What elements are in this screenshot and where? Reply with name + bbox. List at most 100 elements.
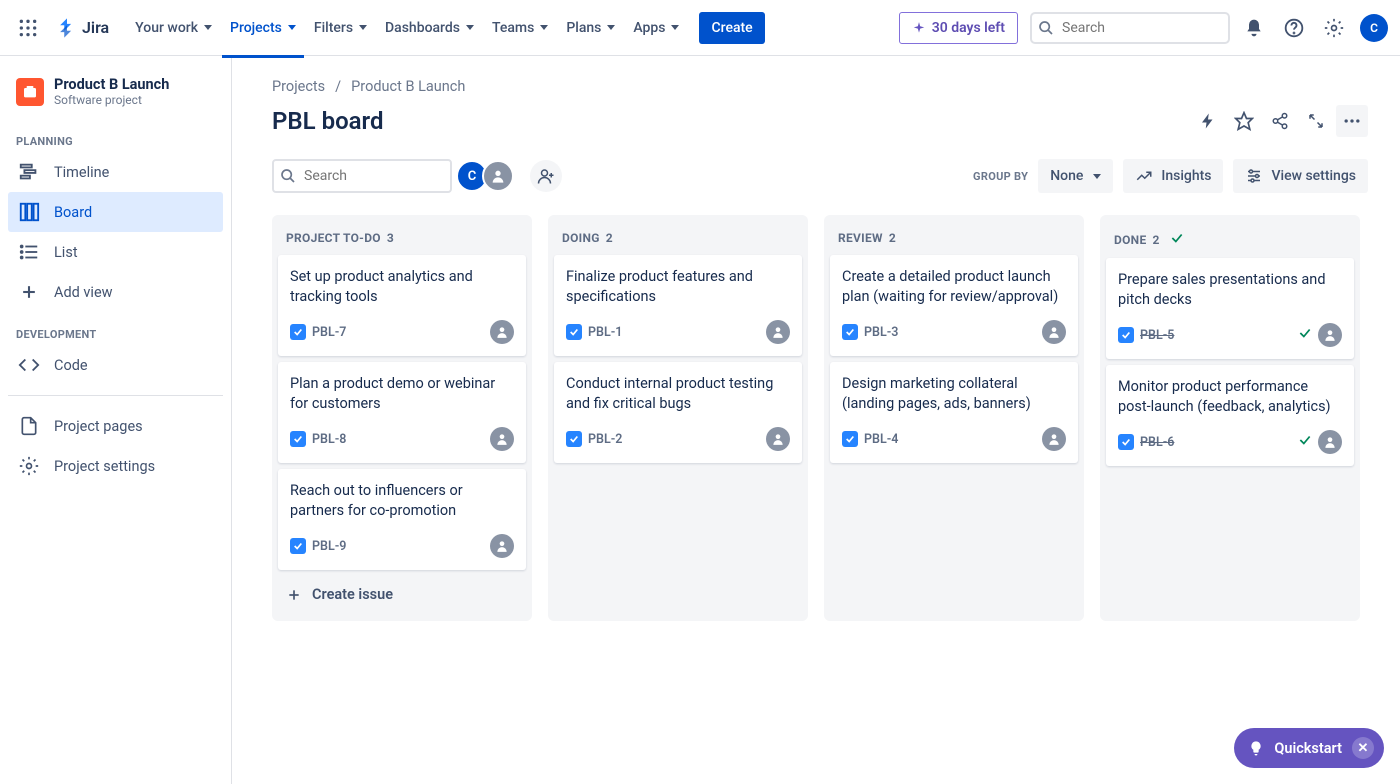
issue-card[interactable]: Set up product analytics and tracking to… — [278, 255, 526, 356]
breadcrumb-root[interactable]: Projects — [272, 78, 325, 95]
task-type-icon — [1118, 434, 1134, 450]
app-switcher-icon[interactable] — [12, 12, 44, 44]
sidebar-item-add-view[interactable]: Add view — [8, 272, 223, 312]
unassigned-avatar[interactable] — [482, 160, 514, 192]
issue-card[interactable]: Prepare sales presentations and pitch de… — [1106, 258, 1354, 359]
sidebar-item-label: Timeline — [54, 164, 109, 181]
assignee-avatar[interactable] — [1042, 427, 1066, 451]
board-search-input[interactable] — [272, 159, 452, 193]
settings-icon[interactable] — [1318, 12, 1350, 44]
nav-item-label: Projects — [230, 20, 282, 36]
create-issue-label: Create issue — [312, 586, 393, 603]
assignee-avatar[interactable] — [490, 534, 514, 558]
sidebar-section-development: DEVELOPMENT — [8, 312, 223, 345]
nav-item-label: Apps — [633, 20, 665, 36]
issue-card[interactable]: Monitor product performance post-launch … — [1106, 365, 1354, 466]
sidebar-item-project-pages[interactable]: Project pages — [8, 406, 223, 446]
column-count: 2 — [889, 231, 896, 245]
assignee-avatar[interactable] — [490, 427, 514, 451]
column-header[interactable]: PROJECT TO-DO3 — [278, 223, 526, 255]
trial-button[interactable]: 30 days left — [899, 12, 1018, 44]
task-type-icon — [290, 324, 306, 340]
column-header[interactable]: DOING 2 — [554, 223, 802, 255]
sidebar-item-board[interactable]: Board — [8, 192, 223, 232]
nav-item-teams[interactable]: Teams — [484, 12, 556, 44]
jira-logo[interactable]: Jira — [48, 12, 117, 44]
star-icon[interactable] — [1228, 105, 1260, 137]
help-icon[interactable] — [1278, 12, 1310, 44]
column-header[interactable]: REVIEW2 — [830, 223, 1078, 255]
card-footer: PBL-7 — [290, 320, 514, 344]
add-people-button[interactable] — [530, 160, 562, 192]
global-search-input[interactable] — [1030, 12, 1230, 44]
column-count: 2 — [606, 231, 613, 245]
search-icon — [1038, 20, 1054, 40]
timeline-icon — [18, 161, 40, 183]
sidebar-item-label: Project settings — [54, 458, 155, 475]
sidebar-item-label: Project pages — [54, 418, 143, 435]
issue-card[interactable]: Conduct internal product testing and fix… — [554, 362, 802, 463]
issue-card[interactable]: Finalize product features and specificat… — [554, 255, 802, 356]
assignee-avatar[interactable] — [490, 320, 514, 344]
issue-card[interactable]: Plan a product demo or webinar for custo… — [278, 362, 526, 463]
sidebar-item-timeline[interactable]: Timeline — [8, 152, 223, 192]
sliders-icon — [1245, 167, 1263, 185]
nav-item-plans[interactable]: Plans — [558, 12, 623, 44]
column-count: 3 — [387, 231, 394, 245]
assignee-avatar[interactable] — [1318, 323, 1342, 347]
more-icon[interactable] — [1336, 105, 1368, 137]
sidebar-item-project-settings[interactable]: Project settings — [8, 446, 223, 486]
project-header[interactable]: Product B Launch Software project — [8, 76, 223, 119]
insights-button[interactable]: Insights — [1123, 159, 1223, 193]
done-icon — [1298, 433, 1312, 451]
sidebar-item-list[interactable]: List — [8, 232, 223, 272]
quickstart-label: Quickstart — [1274, 740, 1342, 757]
group-by-dropdown[interactable]: None — [1038, 159, 1113, 193]
fullscreen-icon[interactable] — [1300, 105, 1332, 137]
share-icon[interactable] — [1264, 105, 1296, 137]
card-footer: PBL-2 — [566, 427, 790, 451]
assignee-avatar[interactable] — [766, 427, 790, 451]
nav-item-your-work[interactable]: Your work — [127, 12, 220, 44]
issue-card[interactable]: Design marketing collateral (landing pag… — [830, 362, 1078, 463]
nav-item-filters[interactable]: Filters — [306, 12, 375, 44]
chevron-down-icon — [204, 25, 212, 30]
page-title: PBL board — [272, 107, 383, 135]
board-column: DOING 2 Finalize product features and spec… — [548, 215, 808, 621]
board-column: REVIEW2Create a detailed product launch … — [824, 215, 1084, 621]
quickstart-button[interactable]: Quickstart ✕ — [1234, 728, 1384, 768]
nav-item-apps[interactable]: Apps — [625, 12, 687, 44]
breadcrumb-separator: / — [335, 78, 341, 95]
view-settings-button[interactable]: View settings — [1233, 159, 1368, 193]
user-avatar[interactable]: C — [1360, 14, 1388, 42]
card-key: PBL-2 — [588, 432, 622, 447]
column-header[interactable]: DONE2 — [1106, 223, 1354, 258]
chevron-down-icon — [540, 25, 548, 30]
create-button[interactable]: Create — [699, 12, 764, 44]
column-name: DOING — [562, 231, 600, 245]
issue-card[interactable]: Reach out to influencers or partners for… — [278, 469, 526, 570]
sparkle-icon — [912, 21, 926, 35]
sidebar-item-label: Board — [54, 204, 92, 221]
breadcrumb-project[interactable]: Product B Launch — [351, 78, 465, 95]
project-icon — [16, 78, 44, 106]
chevron-down-icon — [607, 25, 615, 30]
close-icon[interactable]: ✕ — [1352, 737, 1374, 759]
issue-card[interactable]: Create a detailed product launch plan (w… — [830, 255, 1078, 356]
sidebar: Product B Launch Software project PLANNI… — [0, 56, 232, 784]
notifications-icon[interactable] — [1238, 12, 1270, 44]
global-search — [1030, 12, 1230, 44]
sidebar-section-planning: PLANNING — [8, 119, 223, 152]
nav-item-projects[interactable]: Projects — [222, 12, 304, 44]
assignee-avatar[interactable] — [766, 320, 790, 344]
project-type: Software project — [54, 93, 169, 107]
avatar-stack: C — [462, 160, 514, 192]
chevron-down-icon — [671, 25, 679, 30]
nav-item-dashboards[interactable]: Dashboards — [377, 12, 482, 44]
automation-icon[interactable] — [1192, 105, 1224, 137]
create-issue-button[interactable]: Create issue — [278, 576, 526, 613]
assignee-avatar[interactable] — [1318, 430, 1342, 454]
assignee-avatar[interactable] — [1042, 320, 1066, 344]
sidebar-item-code[interactable]: Code — [8, 345, 223, 385]
board-column: PROJECT TO-DO3Set up product analytics a… — [272, 215, 532, 621]
